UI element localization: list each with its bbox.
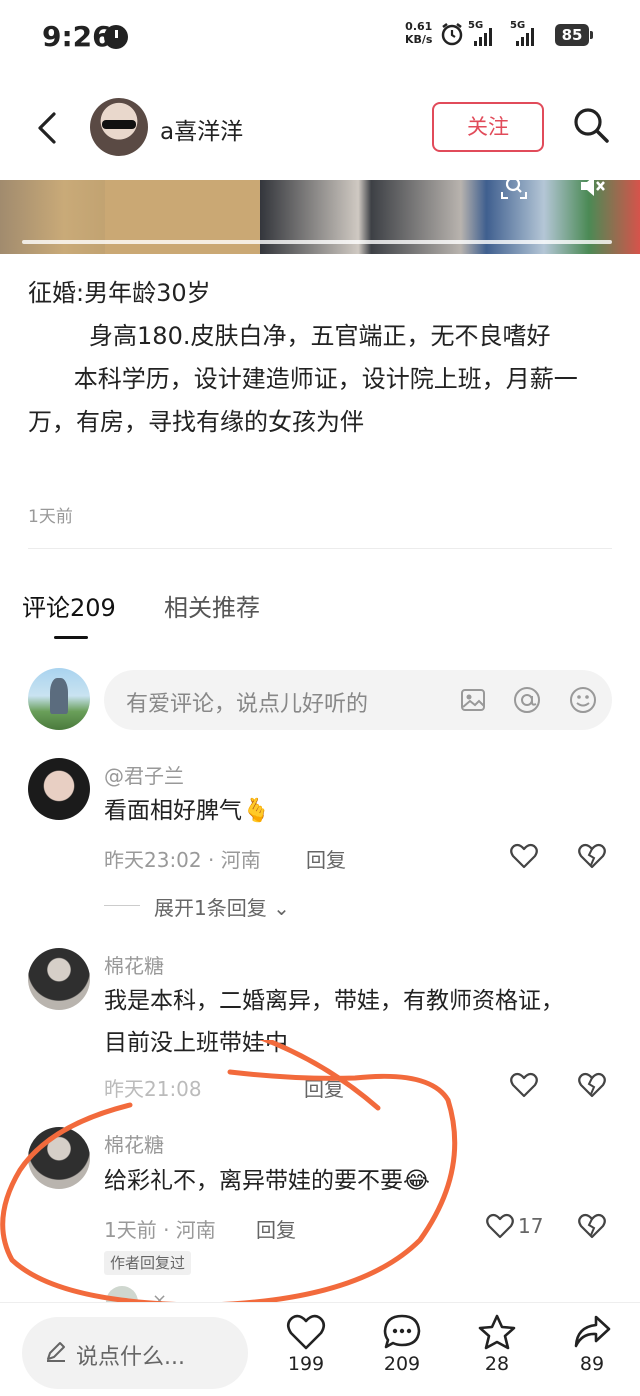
like-action[interactable]: 199: [276, 1313, 336, 1375]
comment-text-body: 给彩礼不，离异带娃的要不要: [104, 1168, 403, 1194]
broken-heart-icon[interactable]: [578, 843, 606, 869]
commenter-avatar[interactable]: [28, 758, 90, 820]
comment-input[interactable]: 有爱评论，说点儿好听的: [104, 670, 612, 730]
heart-icon: [286, 1314, 326, 1350]
broken-heart-icon[interactable]: [578, 1072, 606, 1098]
comment-time: 昨天21:08: [104, 1077, 202, 1101]
comment-input-placeholder: 有爱评论，说点儿好听的: [126, 692, 369, 717]
favorite-count: 28: [484, 1353, 510, 1375]
commenter-name[interactable]: @君子兰: [104, 760, 184, 789]
follow-button[interactable]: 关注: [432, 102, 544, 152]
like-count: 199: [287, 1353, 325, 1375]
do-not-disturb-icon: [104, 25, 128, 49]
post-line: 征婚:男年龄30岁: [28, 279, 211, 307]
heart-icon[interactable]: [486, 1213, 514, 1239]
reply-button[interactable]: 回复: [256, 1214, 296, 1243]
favorite-action[interactable]: 28: [467, 1313, 527, 1375]
mute-icon[interactable]: [578, 172, 606, 200]
commenter-name[interactable]: 棉花糖: [104, 1129, 164, 1158]
network-speed-unit: KB/s: [405, 33, 433, 46]
share-action[interactable]: 89: [562, 1313, 622, 1375]
author-avatar[interactable]: [90, 98, 148, 156]
broken-heart-icon[interactable]: [578, 1213, 606, 1239]
post-time: 1天前: [28, 507, 73, 527]
status-time: 9:26: [42, 20, 112, 53]
comment-time: 1天前 · 河南: [104, 1218, 216, 1242]
expand-replies[interactable]: 展开1条回复 ⌄: [154, 892, 290, 921]
tab-indicator: [54, 636, 88, 639]
comment-text: 看面相好脾气🫰: [104, 790, 584, 832]
comment-time: 昨天23:02 · 河南: [104, 848, 261, 872]
pencil-icon: [47, 1342, 65, 1362]
tab-comments[interactable]: 评论209: [22, 588, 116, 623]
say-something-label: 说点什么...: [76, 1345, 185, 1370]
heart-icon[interactable]: [510, 843, 538, 869]
comment-action[interactable]: 209: [372, 1313, 432, 1375]
like-count: 17: [518, 1214, 544, 1238]
emoji-icon[interactable]: [568, 685, 598, 715]
reply-button[interactable]: 回复: [304, 1073, 344, 1102]
post-body: 征婚:男年龄30岁 身高180.皮肤白净，五官端正，无不良嗜好 本科学历，设计建…: [28, 272, 616, 444]
expand-replies-label: 展开1条回复: [154, 896, 267, 920]
search-icon[interactable]: [572, 106, 610, 144]
mention-icon[interactable]: [512, 685, 542, 715]
post-line: 本科学历，设计建造师证，设计院上班，月薪一万，有房，寻找有缘的女孩为伴: [28, 365, 578, 436]
commenter-name[interactable]: 棉花糖: [104, 950, 164, 979]
finger-heart-emoji: 🫰: [242, 798, 271, 824]
network-speed-value: 0.61: [405, 20, 433, 33]
reply-button[interactable]: 回复: [306, 844, 346, 873]
share-count: 89: [579, 1353, 605, 1375]
image-icon[interactable]: [458, 685, 488, 715]
author-name[interactable]: a喜洋洋: [160, 112, 243, 146]
star-icon: [478, 1314, 516, 1350]
say-something-input[interactable]: 说点什么...: [22, 1317, 248, 1389]
image-search-icon[interactable]: [500, 172, 528, 200]
laughing-emoji: 😂: [403, 1168, 430, 1194]
media-progress-bar[interactable]: [22, 240, 612, 244]
network-speed: 0.61 KB/s: [405, 20, 432, 46]
commenter-avatar[interactable]: [28, 1127, 90, 1189]
author-replied-badge: 作者回复过: [104, 1251, 192, 1275]
comment-text: 我是本科，二婚离异，带娃，有教师资格证，目前没上班带娃中: [104, 988, 564, 1056]
commenter-avatar[interactable]: [28, 948, 90, 1010]
comment-count: 209: [383, 1353, 421, 1375]
back-arrow-icon[interactable]: [32, 110, 62, 146]
share-arrow-icon: [574, 1315, 611, 1348]
my-avatar: [28, 668, 90, 730]
heart-icon[interactable]: [510, 1072, 538, 1098]
bottom-bar: 说点什么... 199 209 28 89: [0, 1302, 640, 1396]
post-header: a喜洋洋 关注: [0, 90, 640, 170]
status-bar: 9:26 0.61 KB/s 5G 5G 85: [0, 0, 640, 72]
expand-line: [104, 905, 140, 906]
divider: [28, 548, 612, 549]
alarm-icon: [441, 23, 463, 46]
comment-bubble-icon: [383, 1314, 421, 1349]
post-line: 身高180.皮肤白净，五官端正，无不良嗜好: [28, 322, 551, 350]
battery-icon: 85: [555, 24, 593, 46]
comment-text-body: 看面相好脾气: [104, 798, 242, 824]
tab-related[interactable]: 相关推荐: [164, 588, 260, 623]
chevron-down-icon: ⌄: [273, 896, 290, 920]
comment-text: 给彩礼不，离异带娃的要不要😂: [104, 1160, 584, 1202]
